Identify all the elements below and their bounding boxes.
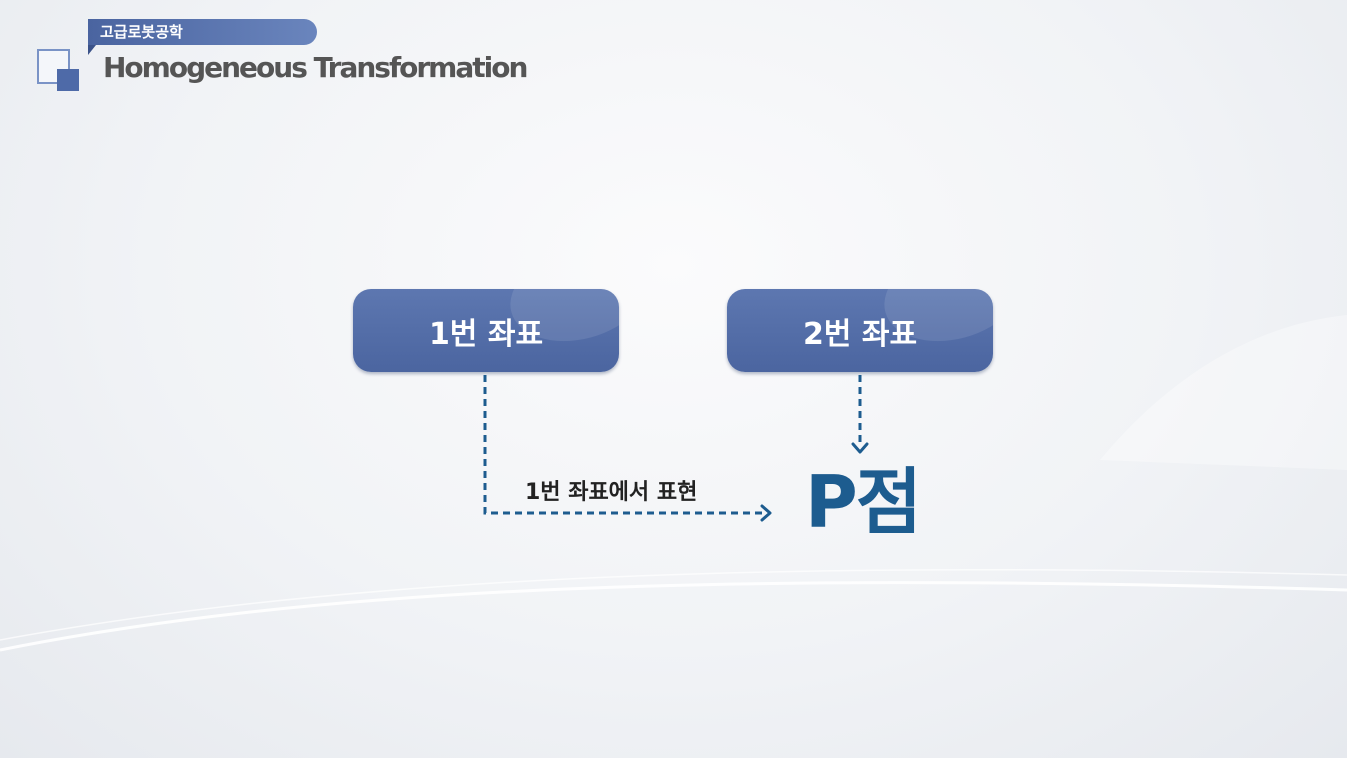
point-label: P점 <box>805 460 922 544</box>
arrowhead-down <box>851 442 869 454</box>
connector-arrows <box>483 375 869 522</box>
arrowhead-right <box>760 504 772 522</box>
expression-label: 1번 좌표에서 표현 <box>525 480 698 505</box>
